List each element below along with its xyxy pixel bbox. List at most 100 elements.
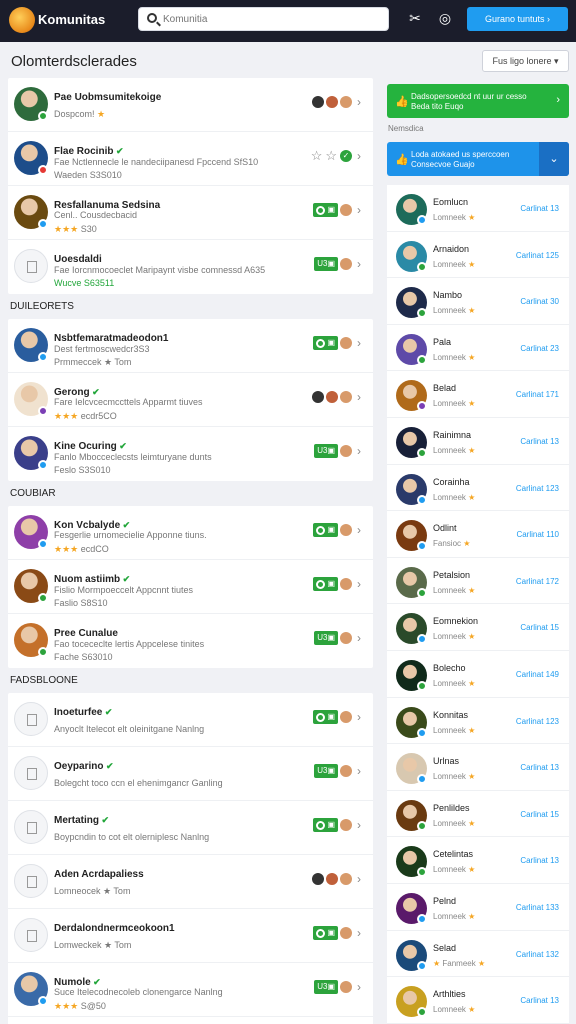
sort-button[interactable]: Fus ligo lonere ▾ — [482, 50, 569, 72]
list-row[interactable]: Oeyparino ✔ Bolegcht toco ccn el ehenimga… — [8, 747, 373, 801]
pill-box-icon: ▣ — [327, 766, 335, 775]
chevron-right-icon[interactable]: › — [357, 444, 361, 458]
chevron-right-icon[interactable]: › — [357, 149, 361, 163]
person-value-link[interactable]: Carlinat 123 — [516, 484, 559, 493]
status-pill[interactable]: U3 ▣ — [314, 444, 338, 458]
search-box[interactable] — [138, 7, 389, 31]
list-row[interactable]: Mertating ✔ Boypcndin to cot elt olernipl… — [8, 801, 373, 855]
status-pill[interactable]: U3 ▣ — [314, 631, 338, 645]
person-value-link[interactable]: Carlinat 13 — [520, 996, 559, 1005]
person-value-link[interactable]: Carlinat 172 — [516, 577, 559, 586]
person-row[interactable]: Odlint Fansioc ★ Carlinat 110 — [387, 511, 569, 558]
app-logo[interactable] — [9, 7, 35, 33]
status-pill[interactable]: ▣ — [313, 926, 338, 940]
person-value-link[interactable]: Carlinat 13 — [520, 763, 559, 772]
person-row[interactable]: Selad ★ Fanmeek ★ Carlinat 132 — [387, 931, 569, 978]
chevron-right-icon[interactable]: › — [357, 95, 361, 109]
status-pill[interactable]: U3 ▣ — [314, 764, 338, 778]
person-value-link[interactable]: Carlinat 13 — [520, 437, 559, 446]
status-pill[interactable]: ▣ — [313, 577, 338, 591]
list-row[interactable]: Inoeturfee ✔ Anyoclt Itelecot elt oleinit… — [8, 693, 373, 747]
person-row[interactable]: Arthlties Lomneek ★ Carlinat 13 — [387, 977, 569, 1024]
person-row[interactable]: Konnitas Lomneek ★ Carlinat 123 — [387, 698, 569, 745]
list-row[interactable]: Resfallanuma Sedsina ★★★ S30 Cenl.. Cousde… — [8, 186, 373, 240]
person-value-link[interactable]: Carlinat 13 — [520, 856, 559, 865]
chevron-right-icon[interactable]: › — [357, 577, 361, 591]
promo-banner-blue[interactable]: 👍 Loda atokaed us sperccoen Consecvoe Gu… — [387, 142, 569, 176]
status-pill[interactable]: ▣ — [313, 710, 338, 724]
chevron-right-icon[interactable]: › — [357, 257, 361, 271]
person-value-link[interactable]: Carlinat 123 — [516, 717, 559, 726]
person-value-link[interactable]: Carlinat 15 — [520, 623, 559, 632]
person-value-link[interactable]: Carlinat 30 — [520, 297, 559, 306]
star-icon[interactable]: ☆ — [311, 148, 323, 164]
rating-star: ★ — [468, 1005, 476, 1015]
row-description: Fae Nctlennecle le nandeciipanesd Fpccen… — [54, 157, 259, 167]
person-row[interactable]: Nambo Lomneek ★ Carlinat 30 — [387, 278, 569, 325]
person-row[interactable]: Arnaidon Lomneek ★ Carlinat 125 — [387, 232, 569, 279]
person-row[interactable]: Corainha Lomneek ★ Carlinat 123 — [387, 465, 569, 512]
chevron-right-icon[interactable]: › — [357, 764, 361, 778]
person-row[interactable]: Pala Lomneek ★ Carlinat 23 — [387, 325, 569, 372]
person-value-link[interactable]: Carlinat 132 — [516, 950, 559, 959]
person-row[interactable]: Petalsion Lomneek ★ Carlinat 172 — [387, 558, 569, 605]
person-row[interactable]: Eomlucn Lomneek ★ Carlinat 13 — [387, 185, 569, 232]
chevron-right-icon[interactable]: › — [357, 926, 361, 940]
person-value-link[interactable]: Carlinat 15 — [520, 810, 559, 819]
header-action-button[interactable]: Gurano tuntuts › — [467, 7, 568, 31]
chevron-right-icon[interactable]: › — [357, 818, 361, 832]
list-row[interactable]: Aose Ocnidia ✔Lomneocek ★ Tom▣› — [8, 1017, 373, 1024]
person-value-link[interactable]: Carlinat 171 — [516, 390, 559, 399]
list-row[interactable]: Numole ✔ ★★★ S@50 Suce Itelecodnecoleb clo… — [8, 963, 373, 1017]
chevron-right-icon[interactable]: › — [357, 710, 361, 724]
person-row[interactable]: Rainimna Lomneek ★ Carlinat 13 — [387, 418, 569, 465]
status-pill[interactable]: ▣ — [313, 523, 338, 537]
verified-icon: ✔ — [89, 387, 100, 397]
list-row[interactable]: Nuom astiimb ✔ Fislio Mormpoeccelt Appcnn… — [8, 560, 373, 614]
status-pill[interactable]: ▣ — [313, 818, 338, 832]
status-pill[interactable]: ▣ — [313, 336, 338, 350]
chevron-right-icon[interactable]: › — [357, 980, 361, 994]
person-value-link[interactable]: Carlinat 110 — [516, 530, 559, 539]
status-pill[interactable]: U3 ▣ — [314, 257, 338, 271]
person-row[interactable]: Eomnekion Lomneek ★ Carlinat 15 — [387, 604, 569, 651]
status-pill[interactable]: U3 ▣ — [314, 980, 338, 994]
list-row[interactable]: Pae Uobmsumitekoige Dospcom! ★ › — [8, 78, 373, 132]
list-row[interactable]: Aden Acrdapaliess Lomneocek ★ Tom › — [8, 855, 373, 909]
search-input[interactable] — [163, 11, 383, 27]
list-row[interactable]: Kine Ocuring ✔ Fanlo Mbocceclecsts leimtu… — [8, 427, 373, 481]
person-row[interactable]: Belad Lomneek ★ Carlinat 171 — [387, 371, 569, 418]
chevron-right-icon[interactable]: › — [357, 390, 361, 404]
list-row[interactable]: Gerong ✔ ★★★ ecdr5CO Fare Ielcvcecmccttels… — [8, 373, 373, 427]
mini-avatar — [340, 632, 352, 644]
star-icon[interactable]: ☆ — [325, 148, 337, 164]
mini-avatar — [326, 873, 338, 885]
status-pill[interactable]: ▣ — [313, 203, 338, 217]
list-row[interactable]: Kon Vcbalyde ✔ ★★★ ecdCO Fesgerlie urnomec… — [8, 506, 373, 560]
person-row[interactable]: Pelnd Lomneek ★ Carlinat 133 — [387, 884, 569, 931]
list-row[interactable]: Nsbtfemaratmadeodon1 Dest fertmoscwedcr3S… — [8, 319, 373, 373]
list-row[interactable]: Derdalondnermceokoon1 Lomweckek ★ Tom ▣ › — [8, 909, 373, 963]
chevron-right-icon[interactable]: › — [357, 872, 361, 886]
promo-banner-green[interactable]: 👍 Dadsopersoedcd nt uur ur cesso Beda ti… — [387, 84, 569, 118]
list-row[interactable]: Uoesdaldi Fae Iorcnmocoeclet Maripaynt vi… — [8, 240, 373, 294]
chevron-down-icon[interactable]: ⌄ — [539, 142, 569, 176]
chevron-right-icon[interactable]: › — [357, 523, 361, 537]
person-value-link[interactable]: Carlinat 13 — [520, 204, 559, 213]
settings-icon[interactable]: ✂ — [407, 10, 423, 26]
person-value-link[interactable]: Carlinat 133 — [516, 903, 559, 912]
chevron-right-icon[interactable]: › — [357, 336, 361, 350]
list-row[interactable]: Pree Cunalue Fao tocececlte lertis Appcel… — [8, 614, 373, 668]
person-row[interactable]: Bolecho Lomneek ★ Carlinat 149 — [387, 651, 569, 698]
rating-star: ★ — [468, 818, 476, 828]
chevron-right-icon[interactable]: › — [357, 631, 361, 645]
person-row[interactable]: Urlnas Lomneek ★ Carlinat 13 — [387, 744, 569, 791]
list-row[interactable]: Flae Rocinib ✔ Fae Nctlennecle le nandeci… — [8, 132, 373, 186]
chevron-right-icon[interactable]: › — [357, 203, 361, 217]
person-row[interactable]: Cetelintas Lomneek ★ Carlinat 13 — [387, 837, 569, 884]
notifications-icon[interactable]: ◎ — [437, 10, 453, 26]
person-value-link[interactable]: Carlinat 23 — [520, 344, 559, 353]
person-row[interactable]: Penlildes Lomneek ★ Carlinat 15 — [387, 791, 569, 838]
person-value-link[interactable]: Carlinat 149 — [516, 670, 559, 679]
person-value-link[interactable]: Carlinat 125 — [516, 251, 559, 260]
